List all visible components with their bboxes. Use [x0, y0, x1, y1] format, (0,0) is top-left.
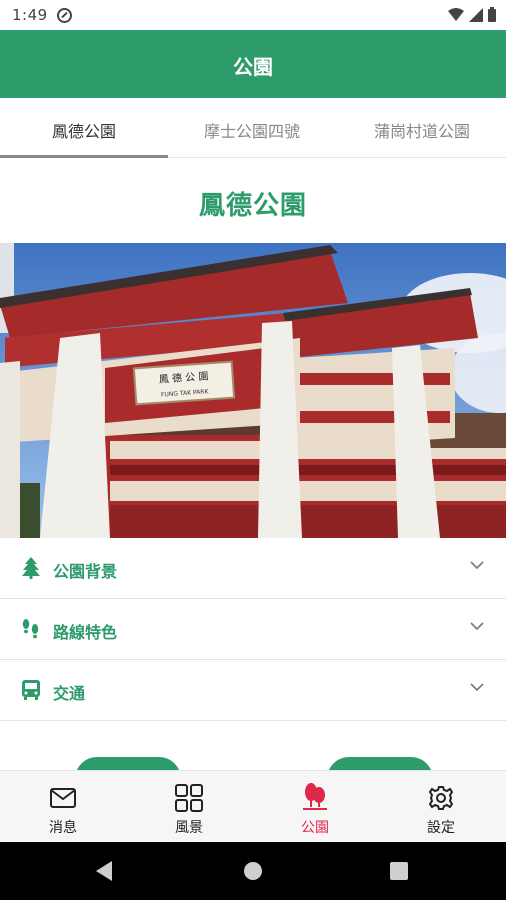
tree-icon — [22, 557, 40, 579]
tab-fung-tak-park[interactable]: 鳳德公園 — [0, 118, 168, 142]
nav-label: 設定 — [427, 820, 455, 836]
status-icons — [448, 7, 496, 22]
chevron-down-icon — [470, 683, 484, 692]
mail-icon — [50, 788, 76, 808]
back-icon[interactable] — [96, 861, 112, 881]
app-bar: 公園 — [0, 30, 506, 98]
gear-icon — [428, 786, 454, 810]
grid-icon — [175, 784, 203, 812]
park-title: 鳳德公園 — [198, 191, 307, 221]
battery-icon — [488, 7, 496, 22]
chevron-down-icon — [470, 622, 484, 631]
recent-apps-icon[interactable] — [390, 862, 408, 880]
nav-label: 公園 — [301, 820, 329, 836]
section-park-background[interactable]: 公園背景 — [0, 538, 506, 599]
status-bar: 1:49 — [0, 0, 506, 30]
nav-label: 消息 — [49, 820, 77, 836]
park-trees-icon — [303, 783, 327, 810]
park-tabs: 鳳德公園 摩士公園四號 蒲崗村道公園 — [0, 98, 506, 158]
system-navigation-bar — [0, 842, 506, 900]
do-not-disturb-icon — [57, 8, 72, 23]
status-time: 1:49 — [12, 6, 48, 24]
bottom-navigation: 消息 風景 公園 設定 — [0, 770, 506, 842]
tab-morse-park-no4[interactable]: 摩士公園四號 — [168, 118, 336, 142]
bus-icon — [22, 680, 40, 700]
section-label: 交通 — [53, 684, 86, 703]
nav-item-park[interactable]: 公園 — [252, 771, 378, 843]
section-transport[interactable]: 交通 — [0, 660, 506, 721]
home-icon[interactable] — [244, 862, 262, 880]
section-label: 公園背景 — [53, 562, 118, 581]
tab-indicator — [0, 155, 168, 158]
section-route-features[interactable]: 路線特色 — [0, 599, 506, 660]
signal-icon — [469, 7, 483, 22]
nav-item-news[interactable]: 消息 — [0, 771, 126, 843]
chevron-down-icon — [470, 561, 484, 570]
nav-item-scenery[interactable]: 風景 — [126, 771, 252, 843]
park-gate-illustration: 鳳 德 公 園 FUNG TAK PARK — [0, 243, 506, 538]
nav-item-settings[interactable]: 設定 — [378, 771, 504, 843]
park-info-sections: 公園背景 路線特色 交通 — [0, 538, 506, 721]
tab-po-kong-village-road-park[interactable]: 蒲崗村道公園 — [338, 118, 506, 142]
footprints-icon — [22, 619, 39, 639]
wifi-icon — [448, 7, 464, 21]
park-photo: 鳳 德 公 園 FUNG TAK PARK — [0, 243, 506, 538]
app-title: 公園 — [233, 55, 273, 79]
nav-label: 風景 — [175, 820, 203, 836]
section-label: 路線特色 — [53, 623, 118, 642]
